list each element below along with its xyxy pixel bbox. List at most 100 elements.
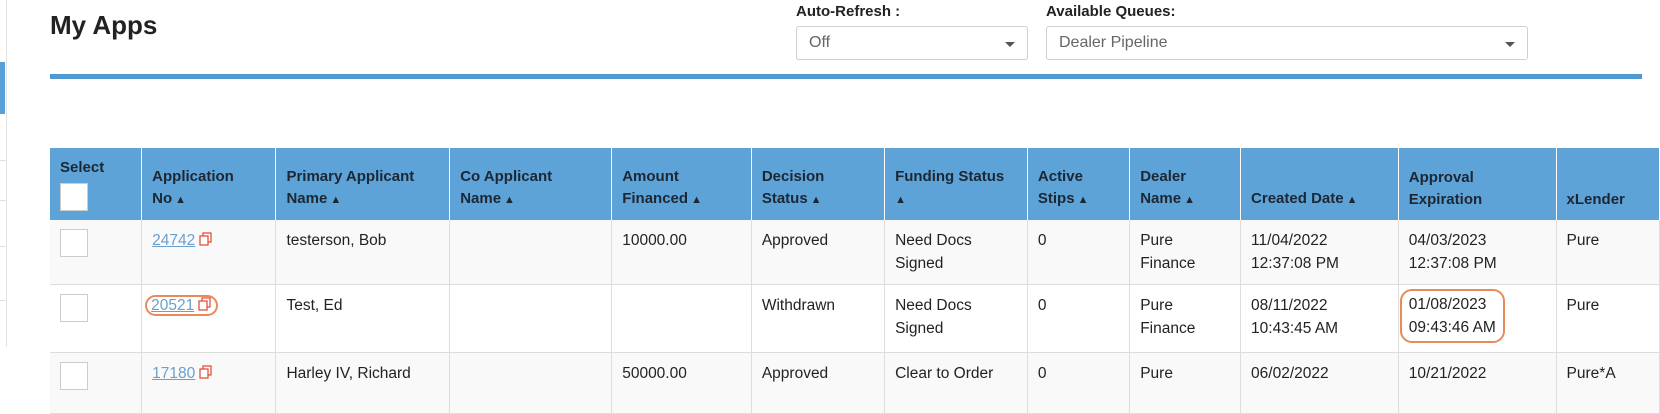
col-header-label: Name xyxy=(286,190,328,207)
application-link[interactable]: 20521 xyxy=(151,297,194,314)
cell-line: Finance xyxy=(1140,320,1196,337)
col-header-label: Active xyxy=(1037,168,1083,185)
cell-decision-status: Withdrawn xyxy=(751,284,886,353)
sort-icon[interactable]: ▲︎ xyxy=(1078,194,1089,206)
left-divider xyxy=(0,246,6,247)
row-checkbox[interactable] xyxy=(60,229,88,257)
cell-xlender: Pure*A xyxy=(1556,352,1660,414)
table-header-row: Select Application No ▲︎ Primary Applican… xyxy=(50,148,1660,220)
cell-line: 12:37:08 PM xyxy=(1408,255,1497,272)
cell-line: Signed xyxy=(895,255,944,272)
cell-primary-applicant: Harley IV, Richard xyxy=(275,352,451,414)
col-header-label: Decision xyxy=(761,168,825,185)
cell-select xyxy=(50,220,143,285)
table-row: 24742 testerson, Bob 10000.00 Approved N… xyxy=(50,220,1660,285)
sort-icon[interactable]: ▲︎ xyxy=(1347,194,1358,206)
left-divider xyxy=(0,200,6,201)
cell-line: 08/11/2022 xyxy=(1251,297,1328,314)
left-divider xyxy=(0,160,6,161)
available-queues-select[interactable]: Dealer Pipeline xyxy=(1046,26,1528,60)
cell-line: 12:37:08 PM xyxy=(1251,255,1339,272)
col-header-amount-financed[interactable]: Amount Financed ▲︎ xyxy=(611,148,752,220)
col-header-active-stips[interactable]: Active Stips ▲︎ xyxy=(1027,148,1131,220)
chevron-down-icon xyxy=(1005,42,1015,47)
sort-icon[interactable]: ▲︎ xyxy=(811,194,822,206)
cell-select xyxy=(50,284,143,353)
col-header-label: Stips xyxy=(1037,190,1075,207)
cell-line: Need Docs xyxy=(895,297,972,314)
highlight-annotation: 01/08/2023 09:43:46 AM xyxy=(1399,289,1505,343)
cell-line: Pure xyxy=(1140,232,1173,249)
cell-co-applicant xyxy=(449,220,613,285)
cell-primary-applicant: testerson, Bob xyxy=(275,220,451,285)
cell-funding-status: Need Docs Signed xyxy=(884,284,1028,353)
cell-approval-expiration: 10/21/2022 xyxy=(1398,352,1557,414)
application-link[interactable]: 24742 xyxy=(152,232,195,249)
available-queues-value: Dealer Pipeline xyxy=(1059,34,1168,51)
col-header-select: Select xyxy=(50,148,143,220)
page-title: My Apps xyxy=(50,10,158,40)
col-header-created-date[interactable]: Created Date ▲︎ xyxy=(1240,148,1399,220)
cell-line: 04/03/2023 xyxy=(1408,232,1487,249)
col-header-label: Status xyxy=(761,190,808,207)
col-header-decision-status[interactable]: Decision Status ▲︎ xyxy=(751,148,886,220)
col-header-label: Expiration xyxy=(1408,191,1483,208)
cell-amount-financed xyxy=(611,284,752,353)
cell-created-date: 06/02/2022 xyxy=(1240,352,1399,414)
left-nav-active-marker xyxy=(0,62,5,114)
application-link[interactable]: 17180 xyxy=(152,365,195,382)
cell-application-no: 20521 xyxy=(141,284,277,353)
row-checkbox[interactable] xyxy=(60,362,88,390)
col-header-label: Financed xyxy=(622,190,689,207)
col-header-approval-expiration: Approval Expiration xyxy=(1398,148,1557,220)
col-header-label: Primary Applicant xyxy=(286,168,415,185)
table-row: 17180 Harley IV, Richard 50000.00 Approv… xyxy=(50,352,1660,414)
applications-table: Select Application No ▲︎ Primary Applican… xyxy=(50,148,1660,414)
col-header-label: Co Applicant xyxy=(460,168,553,185)
cell-line: 10:43:45 AM xyxy=(1251,320,1339,337)
sort-icon[interactable]: ▲︎ xyxy=(504,194,515,206)
col-header-primary-applicant[interactable]: Primary Applicant Name ▲︎ xyxy=(275,148,451,220)
sort-icon[interactable]: ▲︎ xyxy=(895,194,906,206)
cell-application-no: 17180 xyxy=(141,352,277,414)
select-all-checkbox[interactable] xyxy=(60,183,88,211)
col-header-dealer-name[interactable]: Dealer Name ▲︎ xyxy=(1129,148,1242,220)
col-header-application-no[interactable]: Application No ▲︎ xyxy=(141,148,277,220)
copy-icon[interactable] xyxy=(199,230,213,253)
copy-icon[interactable] xyxy=(199,363,213,386)
cell-funding-status: Clear to Order xyxy=(884,352,1028,414)
copy-icon[interactable] xyxy=(198,295,212,318)
sort-icon[interactable]: ▲︎ xyxy=(691,194,702,206)
cell-approval-expiration: 04/03/2023 12:37:08 PM xyxy=(1398,220,1557,285)
cell-xlender: Pure xyxy=(1556,220,1660,285)
left-divider xyxy=(0,300,6,301)
cell-application-no: 24742 xyxy=(141,220,277,285)
cell-line: Finance xyxy=(1140,255,1196,272)
sort-icon[interactable]: ▲︎ xyxy=(175,194,186,206)
section-divider xyxy=(50,74,1642,79)
col-header-label: Select xyxy=(60,159,105,176)
col-header-label: Name xyxy=(1140,190,1182,207)
auto-refresh-select[interactable]: Off xyxy=(796,26,1028,60)
cell-line: 11/04/2022 xyxy=(1251,232,1328,249)
row-checkbox[interactable] xyxy=(60,294,88,322)
cell-created-date: 08/11/2022 10:43:45 AM xyxy=(1240,284,1399,353)
col-header-label: Created Date xyxy=(1251,190,1344,207)
sort-icon[interactable]: ▲︎ xyxy=(330,194,341,206)
table-row: 20521 Test, Ed Withdrawn Need Docs Signed… xyxy=(50,284,1660,353)
col-header-label: Dealer xyxy=(1140,168,1187,185)
cell-dealer-name: Pure Finance xyxy=(1129,220,1242,285)
cell-active-stips: 0 xyxy=(1027,284,1131,353)
cell-primary-applicant: Test, Ed xyxy=(275,284,451,353)
col-header-funding-status[interactable]: Funding Status ▲︎ xyxy=(884,148,1028,220)
cell-xlender: Pure xyxy=(1556,284,1660,353)
cell-line: Signed xyxy=(895,320,944,337)
col-header-co-applicant[interactable]: Co Applicant Name ▲︎ xyxy=(449,148,613,220)
auto-refresh-label: Auto-Refresh : xyxy=(796,3,901,20)
col-header-label: Amount xyxy=(622,168,679,185)
cell-dealer-name: Pure Finance xyxy=(1129,284,1242,353)
cell-amount-financed: 10000.00 xyxy=(611,220,752,285)
col-header-xlender: xLender xyxy=(1556,148,1660,220)
col-header-label: Name xyxy=(460,190,502,207)
sort-icon[interactable]: ▲︎ xyxy=(1184,194,1195,206)
